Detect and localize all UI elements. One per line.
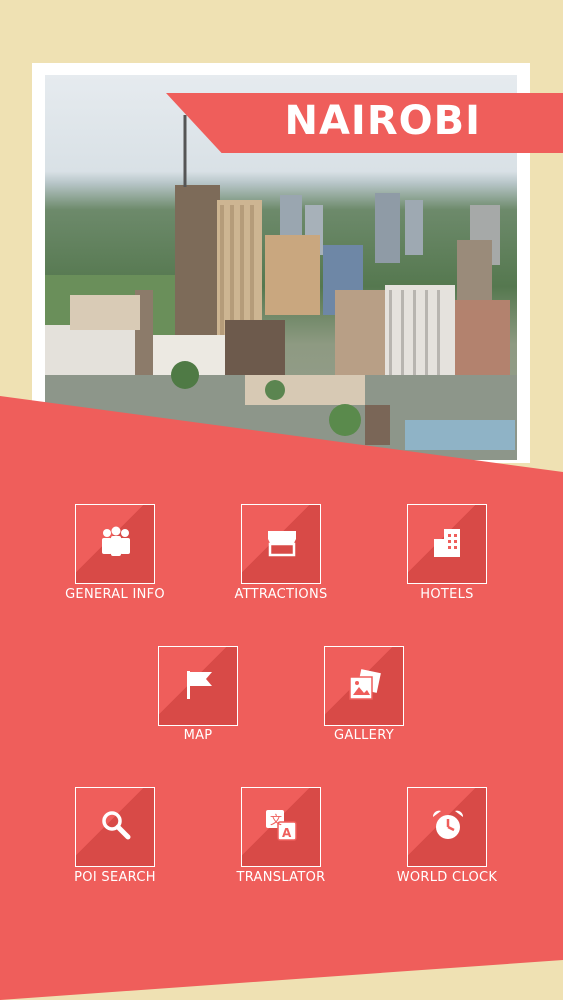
attractions-label: ATTRACTIONS xyxy=(234,587,328,602)
flag-icon xyxy=(187,671,212,699)
alarm-clock-icon xyxy=(432,810,464,839)
map-button[interactable] xyxy=(158,646,238,726)
general-info-label: GENERAL INFO xyxy=(65,587,165,602)
store-icon xyxy=(268,531,296,557)
page-title: NAIROBI xyxy=(284,98,481,144)
translator-label: TRANSLATOR xyxy=(236,870,326,885)
world-clock-button[interactable] xyxy=(407,787,487,867)
svg-text:文: 文 xyxy=(270,812,282,827)
translate-icon: 文 A xyxy=(266,810,297,841)
hotels-label: HOTELS xyxy=(420,587,474,602)
poi-search-button[interactable] xyxy=(75,787,155,867)
search-icon xyxy=(102,811,131,840)
gallery-button[interactable] xyxy=(324,646,404,726)
building-icon xyxy=(434,529,460,557)
people-icon xyxy=(102,526,130,556)
photos-icon xyxy=(349,669,381,700)
attractions-button[interactable] xyxy=(241,504,321,584)
gallery-label: GALLERY xyxy=(334,728,394,743)
svg-text:A: A xyxy=(282,826,292,840)
hotels-button[interactable] xyxy=(407,504,487,584)
general-info-button[interactable] xyxy=(75,504,155,584)
poi-search-label: POI SEARCH xyxy=(74,870,156,885)
map-label: MAP xyxy=(183,728,213,743)
translator-button[interactable]: 文 A xyxy=(241,787,321,867)
world-clock-label: WORLD CLOCK xyxy=(396,870,498,885)
